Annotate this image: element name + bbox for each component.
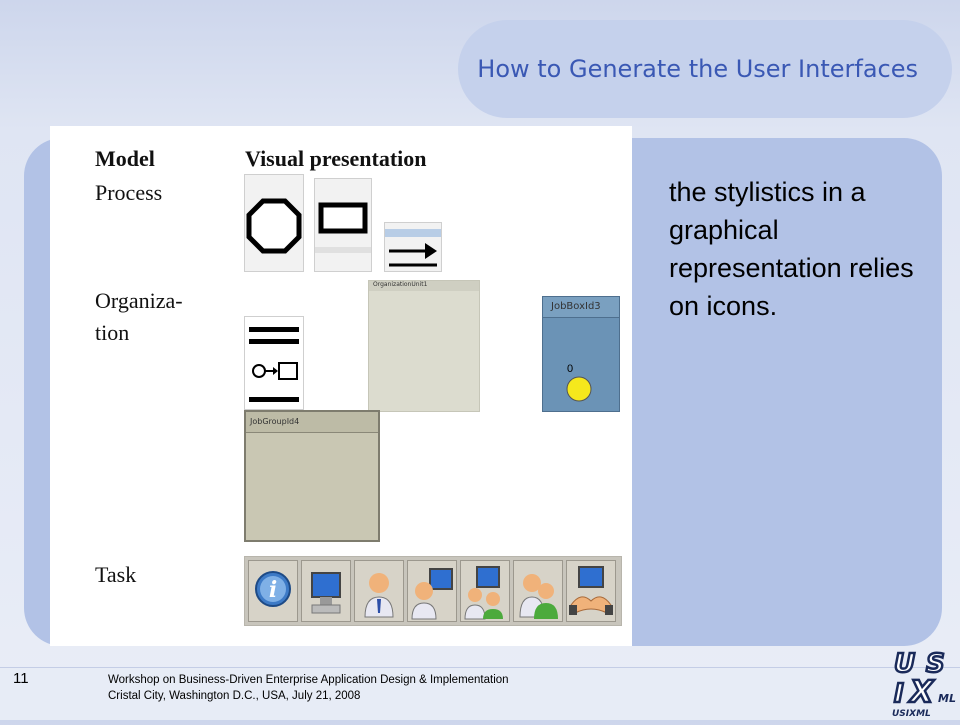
svg-text:I: I bbox=[894, 679, 904, 709]
group-computer-icon bbox=[460, 560, 510, 622]
slide-body-text: the stylistics in a graphical representa… bbox=[669, 177, 914, 321]
row-label-task: Task bbox=[95, 562, 137, 587]
page-number: 11 bbox=[13, 670, 29, 687]
job-group-box: JobGroupId4 bbox=[244, 410, 380, 542]
title-pill: How to Generate the User Interfaces bbox=[458, 20, 952, 118]
computer-icon bbox=[301, 560, 351, 622]
organization-unit-box: OrganizationUnit1 bbox=[368, 280, 480, 412]
job-group-label: JobGroupId4 bbox=[250, 417, 300, 426]
svg-text:X: X bbox=[908, 675, 935, 710]
group-icon bbox=[513, 560, 563, 622]
model-visual-figure: Model Visual presentation Process Organi… bbox=[50, 126, 632, 646]
rectangle-icon bbox=[314, 178, 372, 272]
job-box-marker-label: 0 bbox=[567, 363, 574, 375]
task-icon-strip: i bbox=[244, 556, 622, 626]
footer-line-2: Cristal City, Washington D.C., USA, July… bbox=[108, 690, 361, 702]
slide-title: How to Generate the User Interfaces bbox=[477, 55, 918, 83]
org-unit-label: OrganizationUnit1 bbox=[373, 281, 428, 288]
info-icon: i bbox=[248, 560, 298, 622]
handshake-computer-icon bbox=[566, 560, 616, 622]
user-computer-icon bbox=[407, 560, 457, 622]
svg-text:ML: ML bbox=[938, 692, 956, 705]
row-label-organization-2: tion bbox=[95, 320, 130, 345]
svg-text:i: i bbox=[269, 577, 277, 603]
user-icon bbox=[354, 560, 404, 622]
job-box-label: JobBoxId3 bbox=[551, 301, 601, 312]
model-header: Model bbox=[95, 146, 155, 171]
org-structure-icon bbox=[244, 316, 304, 410]
octagon-icon bbox=[244, 174, 304, 272]
row-label-organization-1: Organiza- bbox=[95, 288, 183, 313]
usixml-logo-icon: U S I X ML USIXML bbox=[888, 646, 960, 720]
footer-line-1: Workshop on Business-Driven Enterprise A… bbox=[108, 674, 509, 686]
visual-presentation-header: Visual presentation bbox=[245, 146, 427, 171]
row-label-process: Process bbox=[95, 180, 163, 205]
job-box-icon: JobBoxId3 0 bbox=[542, 296, 620, 412]
arrow-icon bbox=[384, 222, 442, 272]
logo-text: USIXML bbox=[892, 709, 931, 719]
